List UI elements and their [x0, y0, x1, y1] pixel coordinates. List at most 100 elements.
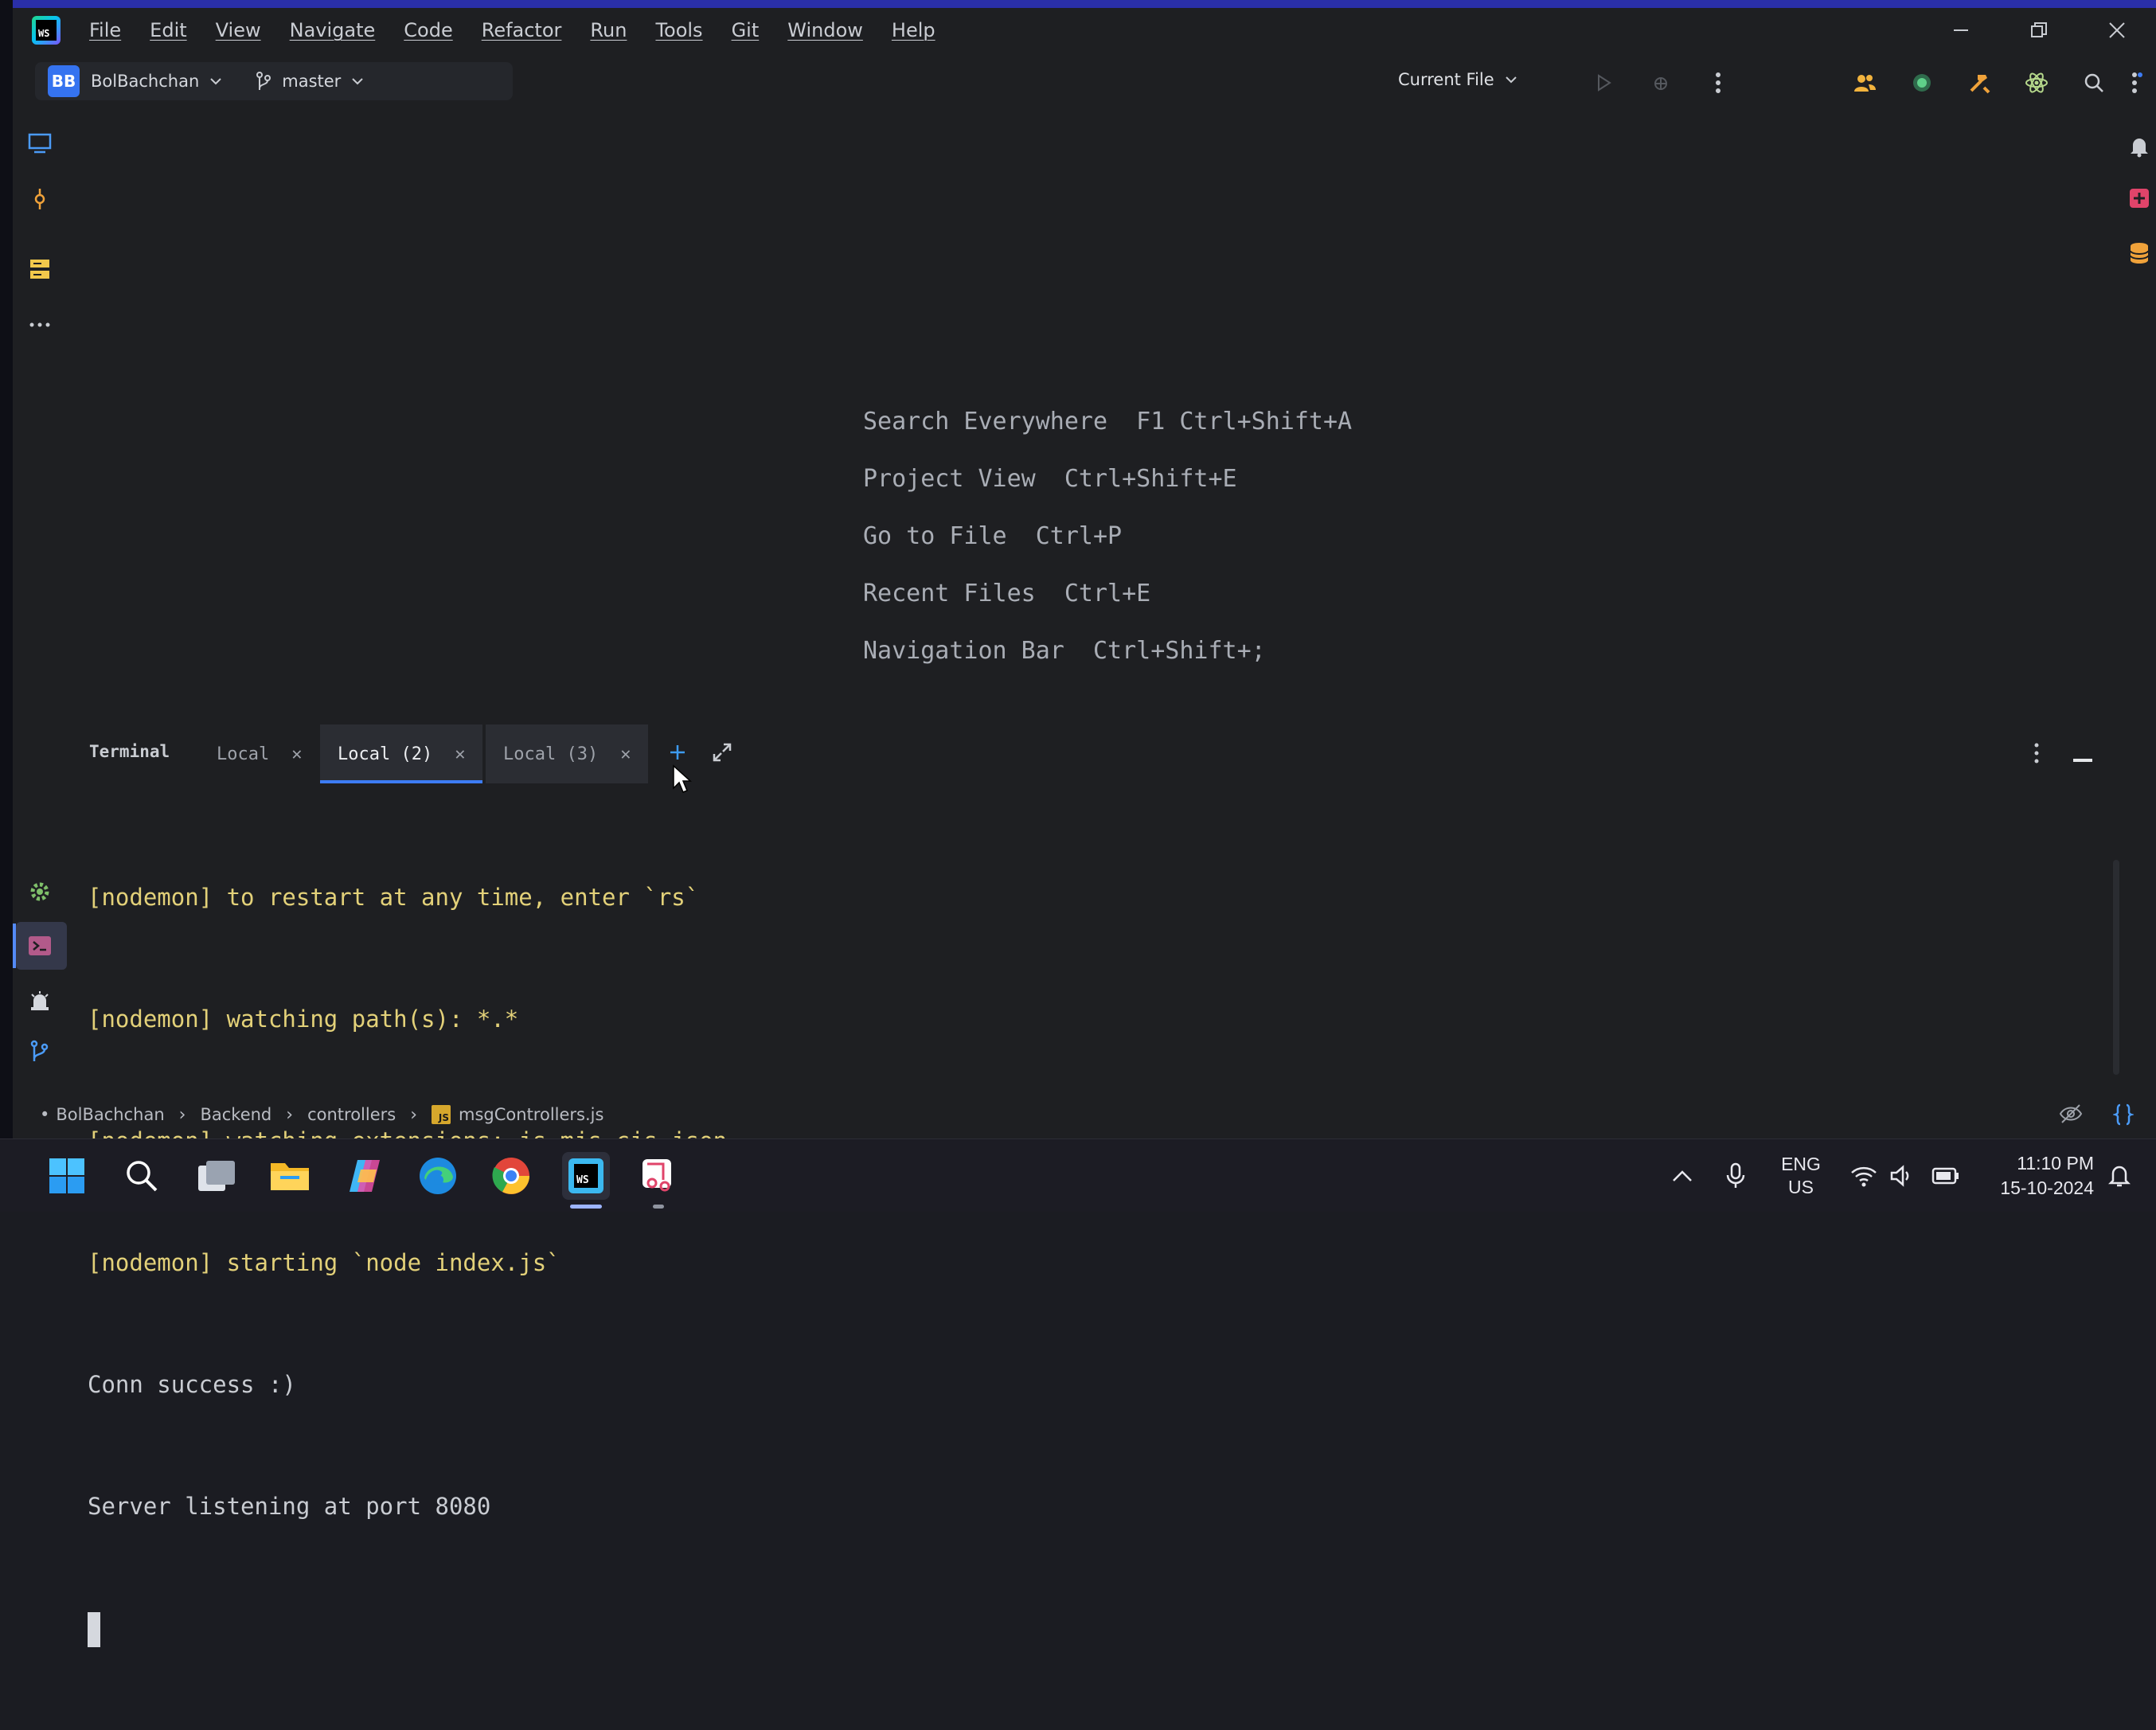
menu-refactor[interactable]: Refactor: [482, 19, 562, 41]
commit-tool-button[interactable]: [24, 183, 56, 215]
show-hidden-icons-button[interactable]: [1672, 1139, 1693, 1212]
microphone-button[interactable]: [1726, 1139, 1745, 1212]
menu-view[interactable]: View: [216, 19, 261, 41]
menu-code[interactable]: Code: [404, 19, 452, 41]
minimize-button[interactable]: [1922, 8, 2000, 53]
monitor-icon: [28, 133, 52, 154]
breadcrumb-folder[interactable]: Backend: [200, 1105, 271, 1124]
git-tool-button[interactable]: [24, 1035, 56, 1067]
terminal-icon: [29, 936, 51, 955]
breadcrumb-project[interactable]: BolBachchan: [56, 1105, 164, 1124]
project-name[interactable]: BolBachchan: [91, 72, 199, 91]
code-with-me-button[interactable]: [1849, 67, 1881, 99]
chrome-icon: [492, 1158, 529, 1194]
snipping-tool-button[interactable]: [637, 1154, 682, 1198]
terminal-tool-button[interactable]: [24, 930, 56, 962]
debug-button[interactable]: [1645, 67, 1677, 99]
terminal-tab-local-2[interactable]: Local (2) ✕: [320, 724, 483, 783]
json-format-button[interactable]: [2112, 1103, 2135, 1129]
battery-status[interactable]: [1931, 1139, 1960, 1212]
terminal-prompt[interactable]: [88, 1608, 727, 1649]
breadcrumb-folder[interactable]: controllers: [307, 1105, 396, 1124]
terminal-tab-local[interactable]: Local ✕: [217, 724, 302, 783]
menu-git[interactable]: Git: [732, 19, 760, 41]
restore-button[interactable]: [2000, 8, 2078, 53]
menu-run[interactable]: Run: [590, 19, 627, 41]
run-button[interactable]: [1588, 67, 1619, 99]
webstorm-taskbar-button[interactable]: WS: [562, 1152, 610, 1200]
database-button[interactable]: [2129, 242, 2150, 268]
plus-badge-icon: [2130, 189, 2149, 208]
settings-menu-button[interactable]: [2121, 67, 2153, 99]
expand-terminal-button[interactable]: [712, 742, 732, 766]
close-window-button[interactable]: [2078, 8, 2156, 53]
new-tab-button[interactable]: [669, 744, 686, 764]
hammer-icon: [1970, 75, 1990, 94]
no-inspections-button[interactable]: [2059, 1103, 2083, 1127]
menu-help[interactable]: Help: [892, 19, 935, 41]
snipping-icon: [643, 1159, 671, 1192]
search-icon: [2084, 73, 2103, 92]
more-actions-button[interactable]: [1702, 67, 1734, 99]
menu-window[interactable]: Window: [787, 19, 863, 41]
clock-time: 11:10 PM: [2017, 1152, 2094, 1174]
file-explorer-button[interactable]: [268, 1154, 312, 1198]
terminal-options-button[interactable]: [2033, 742, 2040, 767]
eye-off-icon: [2059, 1104, 2083, 1123]
menu-tools[interactable]: Tools: [655, 19, 702, 41]
more-horizontal-icon: [29, 322, 50, 327]
volume-status[interactable]: [1890, 1139, 1914, 1212]
task-view-button[interactable]: [194, 1154, 239, 1198]
gear-icon: [30, 882, 49, 901]
wifi-status[interactable]: [1850, 1139, 1877, 1212]
plugin-status-button[interactable]: [1906, 67, 1938, 99]
webstorm-logo-icon[interactable]: WS: [32, 16, 61, 45]
running-indicator: [653, 1205, 664, 1209]
chrome-browser-button[interactable]: [489, 1154, 533, 1198]
chevron-down-icon[interactable]: [209, 74, 223, 88]
close-tab-icon[interactable]: ✕: [620, 744, 631, 764]
copilot-button[interactable]: [342, 1154, 387, 1198]
minimize-icon: [1954, 29, 1968, 31]
run-configuration-selector[interactable]: Current File: [1398, 70, 1518, 89]
build-tools-button[interactable]: [1963, 67, 1995, 99]
minimize-icon: [2073, 759, 2092, 762]
hide-panel-button[interactable]: [2073, 752, 2092, 767]
copilot-icon: [350, 1160, 380, 1192]
input-language[interactable]: ENG US: [1779, 1139, 1823, 1212]
close-tab-icon[interactable]: ✕: [291, 744, 302, 764]
more-tools-button[interactable]: [24, 309, 56, 341]
problems-tool-button[interactable]: [24, 986, 56, 1017]
services-tool-button[interactable]: [24, 876, 56, 908]
ai-assistant-button[interactable]: [2021, 67, 2052, 99]
debug-icon: [1654, 77, 1667, 90]
edge-browser-button[interactable]: [416, 1154, 460, 1198]
breadcrumb-file[interactable]: msgControllers.js: [459, 1105, 603, 1124]
close-tab-icon[interactable]: ✕: [455, 744, 465, 764]
notification-center-button[interactable]: [2108, 1139, 2131, 1212]
chevron-down-icon[interactable]: [350, 74, 365, 88]
terminal-output[interactable]: [nodemon] to restart at any time, enter …: [88, 796, 727, 1730]
git-branch-icon: [30, 1040, 49, 1061]
start-button[interactable]: [45, 1154, 89, 1198]
ai-chat-button[interactable]: [2129, 188, 2150, 212]
navigation-bar: • BolBachchan › Backend › controllers › …: [13, 1091, 2156, 1138]
terminal-line: [nodemon] watching path(s): *.*: [88, 1006, 519, 1033]
menu-edit[interactable]: Edit: [150, 19, 186, 41]
notifications-button[interactable]: [2129, 135, 2150, 161]
project-avatar[interactable]: BB: [48, 65, 80, 97]
terminal-tab-local-3[interactable]: Local (3) ✕: [486, 724, 649, 783]
bell-icon: [2108, 1166, 2131, 1186]
project-tool-button[interactable]: [24, 127, 56, 159]
play-icon: [1598, 74, 1611, 92]
structure-tool-button[interactable]: [24, 253, 56, 285]
hint-label: Navigation Bar: [863, 637, 1064, 665]
tab-label: Local (3): [503, 744, 599, 764]
terminal-scrollbar[interactable]: [2113, 860, 2119, 1075]
search-everywhere-button[interactable]: [2078, 67, 2110, 99]
menu-file[interactable]: File: [89, 19, 121, 41]
taskbar-search-button[interactable]: [119, 1154, 164, 1198]
clock[interactable]: 11:10 PM 15-10-2024: [1986, 1139, 2094, 1212]
branch-name[interactable]: master: [282, 72, 341, 91]
menu-navigate[interactable]: Navigate: [290, 19, 376, 41]
